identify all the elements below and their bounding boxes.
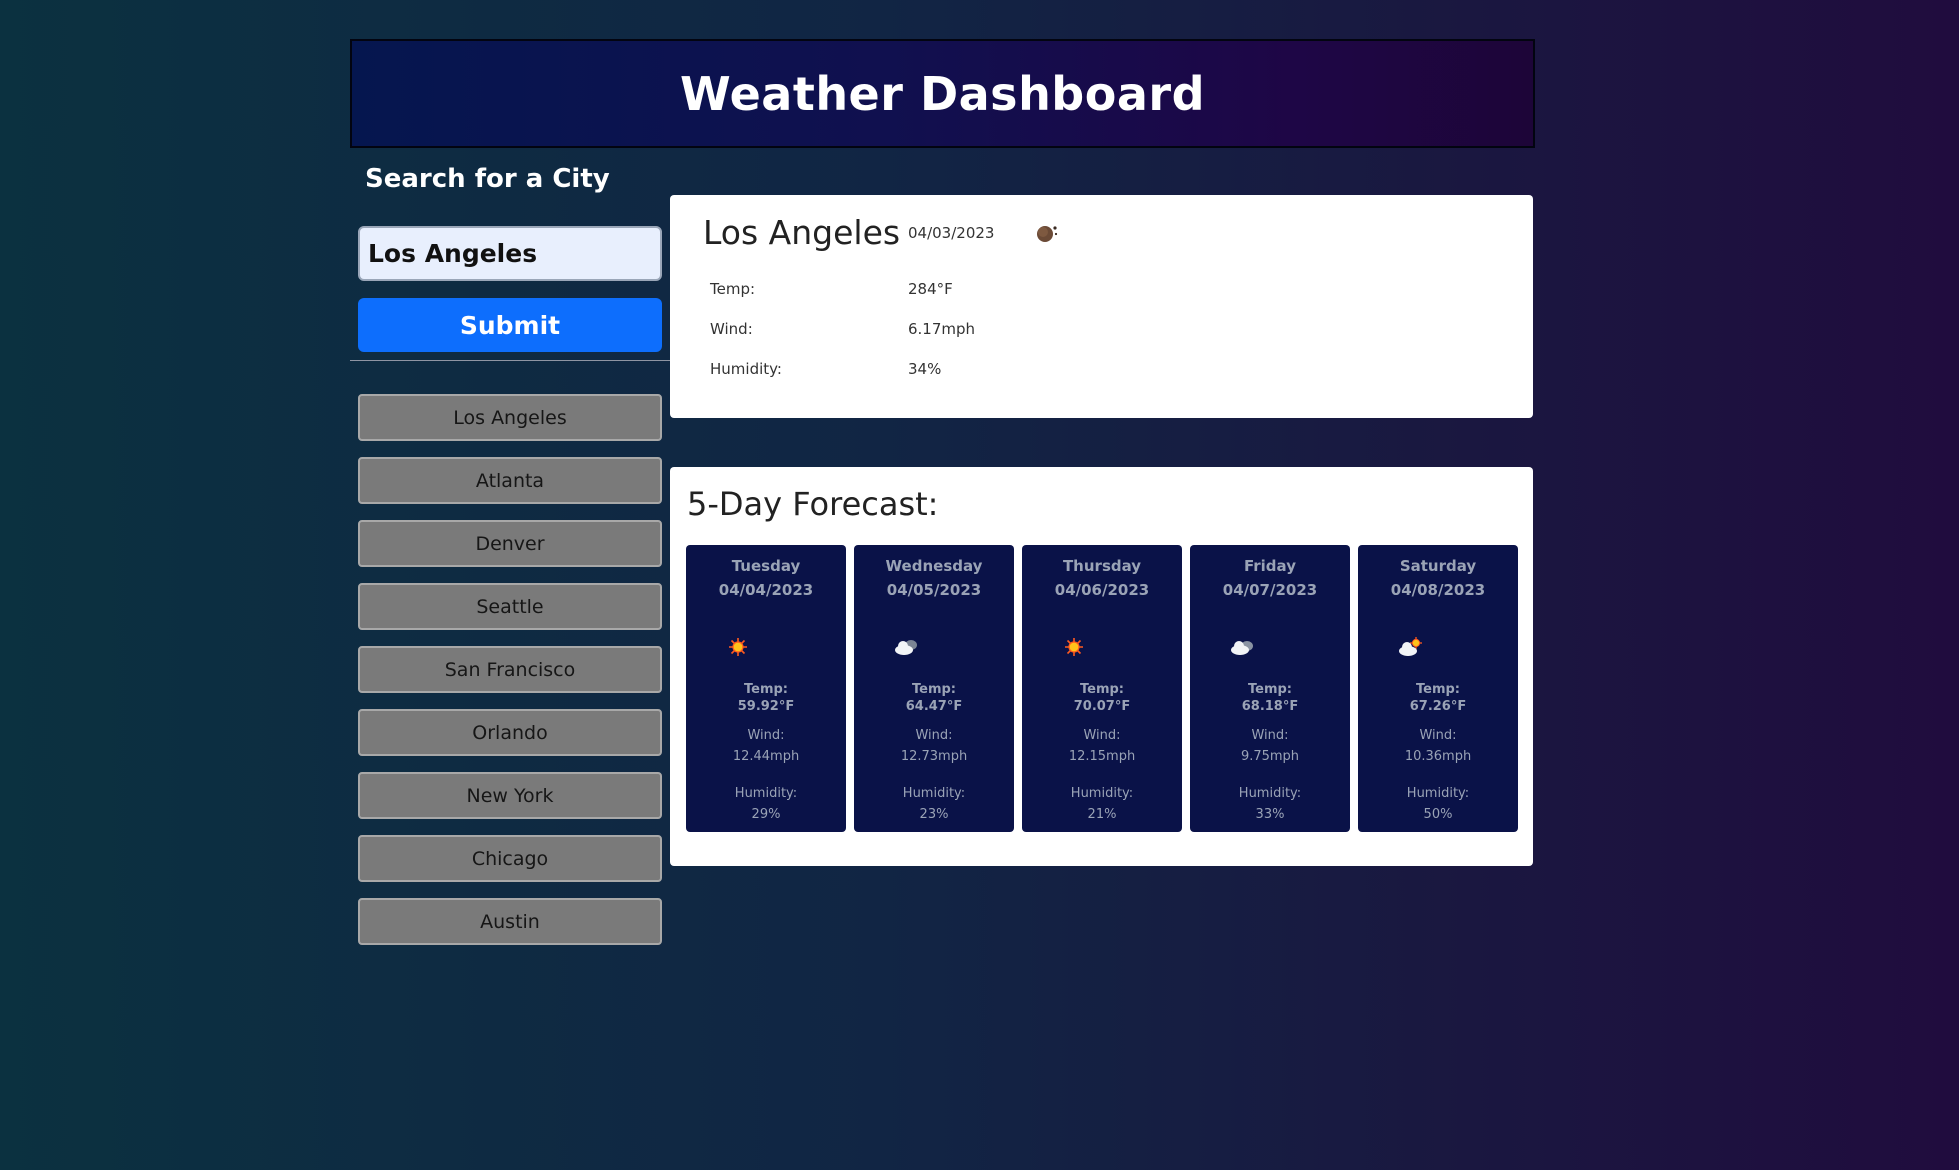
forecast-humidity-value: 33% bbox=[1255, 807, 1285, 822]
forecast-day-name: Wednesday bbox=[885, 557, 983, 575]
forecast-temp-label: Temp: bbox=[1247, 682, 1292, 697]
sidebar-divider bbox=[350, 360, 670, 361]
history-button-orlando[interactable]: Orlando bbox=[358, 709, 662, 756]
history-button-los-angeles[interactable]: Los Angeles bbox=[358, 394, 662, 441]
search-heading: Search for a City bbox=[365, 164, 610, 194]
history-button-new-york[interactable]: New York bbox=[358, 772, 662, 819]
forecast-humidity-value: 23% bbox=[919, 807, 949, 822]
forecast-temp-value: 70.07°F bbox=[1073, 699, 1131, 714]
forecast-temp-value: 67.26°F bbox=[1409, 699, 1467, 714]
page-title: Weather Dashboard bbox=[679, 66, 1205, 121]
sun-icon bbox=[1065, 638, 1083, 656]
forecast-humidity-label: Humidity: bbox=[1070, 786, 1134, 801]
forecast-wind-label: Wind: bbox=[1251, 728, 1289, 743]
forecast-day-name: Thursday bbox=[1062, 557, 1142, 575]
forecast-day-date: 04/08/2023 bbox=[1390, 581, 1486, 599]
current-date: 04/03/2023 bbox=[908, 224, 995, 242]
forecast-title: 5-Day Forecast: bbox=[687, 485, 939, 523]
current-wind-label: Wind: bbox=[710, 320, 753, 338]
forecast-section: 5-Day Forecast: Tuesday 04/04/2023 Temp:… bbox=[670, 467, 1533, 866]
current-city-name: Los Angeles bbox=[703, 213, 901, 252]
forecast-day-card: Wednesday 04/05/2023 Temp: 64.47°F Wind:… bbox=[854, 545, 1014, 832]
current-humidity-label: Humidity: bbox=[710, 360, 782, 378]
submit-button[interactable]: Submit bbox=[358, 298, 662, 352]
forecast-day-date: 04/05/2023 bbox=[886, 581, 982, 599]
forecast-day-card: Tuesday 04/04/2023 Temp: 59.92°F Wind: 1… bbox=[686, 545, 846, 832]
forecast-day-card: Thursday 04/06/2023 Temp: 70.07°F Wind: … bbox=[1022, 545, 1182, 832]
forecast-wind-label: Wind: bbox=[747, 728, 785, 743]
history-button-seattle[interactable]: Seattle bbox=[358, 583, 662, 630]
forecast-day-date: 04/07/2023 bbox=[1222, 581, 1318, 599]
forecast-humidity-value: 29% bbox=[751, 807, 781, 822]
forecast-temp-value: 59.92°F bbox=[737, 699, 795, 714]
history-button-atlanta[interactable]: Atlanta bbox=[358, 457, 662, 504]
forecast-temp-label: Temp: bbox=[911, 682, 956, 697]
history-button-san-francisco[interactable]: San Francisco bbox=[358, 646, 662, 693]
cloud-icon bbox=[1231, 641, 1253, 655]
forecast-day-card: Saturday 04/08/2023 Temp: 67.26°F Wind: … bbox=[1358, 545, 1518, 832]
cloud-icon bbox=[895, 640, 917, 655]
forecast-day-name: Tuesday bbox=[731, 557, 801, 575]
history-button-denver[interactable]: Denver bbox=[358, 520, 662, 567]
history-button-austin[interactable]: Austin bbox=[358, 898, 662, 945]
partly-cloudy-icon bbox=[1399, 637, 1422, 656]
forecast-day-name: Saturday bbox=[1399, 557, 1477, 575]
forecast-wind-label: Wind: bbox=[915, 728, 953, 743]
forecast-humidity-value: 21% bbox=[1087, 807, 1117, 822]
city-search-input[interactable] bbox=[358, 226, 662, 281]
forecast-wind-value: 12.73mph bbox=[900, 749, 968, 764]
sun-icon bbox=[729, 638, 747, 656]
current-temp-label: Temp: bbox=[710, 280, 756, 298]
search-history-list: Los Angeles Atlanta Denver Seattle San F… bbox=[358, 394, 662, 961]
forecast-day-date: 04/06/2023 bbox=[1054, 581, 1150, 599]
forecast-wind-label: Wind: bbox=[1419, 728, 1457, 743]
current-humidity-value: 34% bbox=[908, 360, 942, 378]
forecast-wind-value: 12.15mph bbox=[1068, 749, 1136, 764]
page-header: Weather Dashboard bbox=[350, 39, 1535, 148]
forecast-temp-label: Temp: bbox=[1079, 682, 1124, 697]
forecast-temp-value: 64.47°F bbox=[905, 699, 963, 714]
forecast-day-date: 04/04/2023 bbox=[718, 581, 814, 599]
forecast-wind-value: 10.36mph bbox=[1404, 749, 1472, 764]
current-weather-card: Los Angeles 04/03/2023 Temp: 284°F Wind:… bbox=[670, 195, 1533, 418]
forecast-temp-value: 68.18°F bbox=[1241, 699, 1299, 714]
forecast-humidity-label: Humidity: bbox=[1406, 786, 1470, 801]
forecast-day-name: Friday bbox=[1243, 557, 1296, 575]
forecast-humidity-label: Humidity: bbox=[902, 786, 966, 801]
forecast-wind-value: 12.44mph bbox=[732, 749, 800, 764]
history-button-chicago[interactable]: Chicago bbox=[358, 835, 662, 882]
forecast-wind-value: 9.75mph bbox=[1240, 749, 1300, 764]
current-wind-value: 6.17mph bbox=[908, 320, 976, 338]
moon-icon bbox=[1037, 226, 1058, 242]
forecast-temp-label: Temp: bbox=[1415, 682, 1460, 697]
forecast-humidity-label: Humidity: bbox=[1238, 786, 1302, 801]
forecast-humidity-label: Humidity: bbox=[734, 786, 798, 801]
forecast-temp-label: Temp: bbox=[743, 682, 788, 697]
current-temp-value: 284°F bbox=[908, 280, 953, 298]
forecast-day-card: Friday 04/07/2023 Temp: 68.18°F Wind: 9.… bbox=[1190, 545, 1350, 832]
forecast-wind-label: Wind: bbox=[1083, 728, 1121, 743]
forecast-humidity-value: 50% bbox=[1423, 807, 1453, 822]
